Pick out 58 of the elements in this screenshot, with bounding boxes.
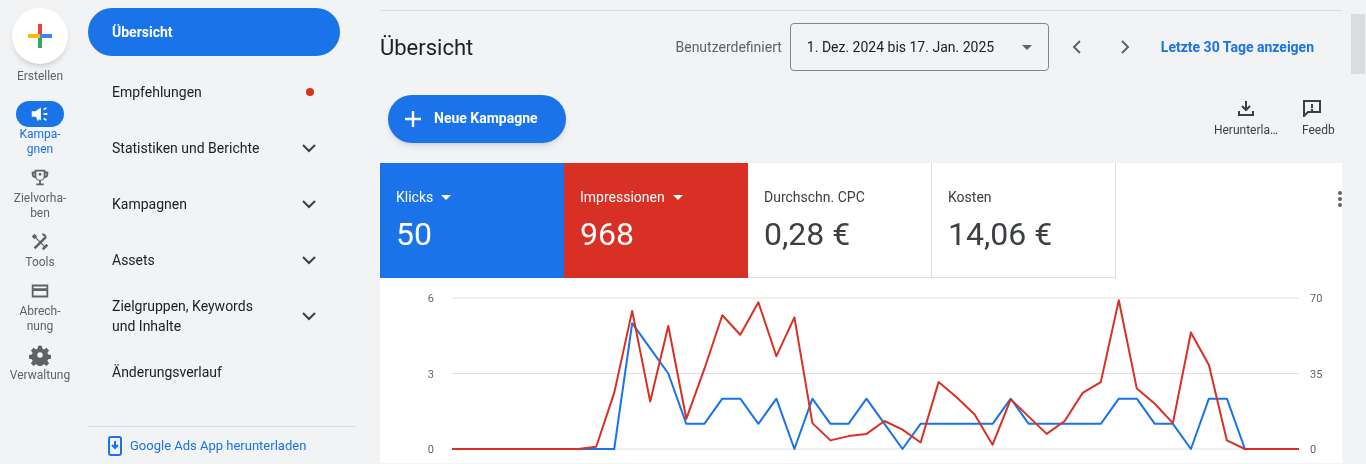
nav-item[interactable]: Zielgruppen, Keywords und Inhalte <box>88 288 340 344</box>
chevron-down-icon <box>302 199 316 209</box>
chevron-left-icon <box>1071 39 1082 55</box>
axis-label: 0 <box>427 443 434 456</box>
chevron-right-icon <box>1119 39 1130 55</box>
metric-label: Impressionen <box>580 188 665 207</box>
caret-icon <box>672 195 683 200</box>
axis-label: 3 <box>427 367 434 381</box>
rail-nav-label: Tools <box>25 255 55 270</box>
caret-icon <box>441 195 452 200</box>
rail-nav-label: Abrech- nung <box>19 304 61 334</box>
metric-label: Durchschn. CPC <box>764 188 865 207</box>
toolbar-button[interactable]: Herunterla… <box>1213 98 1278 139</box>
metric-value: 14,06 € <box>948 214 1054 254</box>
nav-item[interactable]: Übersicht <box>88 8 340 56</box>
nav-item[interactable]: Kampagnen <box>88 176 340 232</box>
chevron-down-icon <box>302 311 316 321</box>
date-range-dropdown[interactable]: 1. Dez. 2024 bis 17. Jan. 2025 <box>789 23 1049 71</box>
toolbar-button[interactable]: Feedb <box>1302 98 1342 139</box>
download-icon <box>1236 98 1255 117</box>
settings-icon <box>29 344 51 366</box>
rail-nav-button[interactable] <box>16 101 64 127</box>
plus-icon <box>404 109 422 128</box>
rail-nav-label: Kampa- gnen <box>19 127 61 157</box>
chevron-down-icon <box>302 143 316 153</box>
create-label: Erstellen <box>16 68 64 85</box>
metric-value: 0,28 € <box>764 214 852 254</box>
metric-value: 968 <box>580 214 635 254</box>
metric-label: Klicks <box>396 188 434 207</box>
metric-card[interactable]: Impressionen 968 <box>564 163 748 278</box>
metric-card[interactable]: Klicks 50 <box>380 163 564 278</box>
page-title: Übersicht <box>380 33 475 62</box>
metric-card[interactable]: Durchschn. CPC 0,28 € <box>748 163 932 278</box>
rail-nav-label: Verwaltung <box>9 368 71 383</box>
caret-icon <box>1021 44 1032 50</box>
feedback-icon <box>1302 98 1322 117</box>
axis-label: 70 <box>1310 292 1323 305</box>
axis-label: 6 <box>427 292 434 305</box>
app-download-link[interactable]: Google Ads App herunterladen <box>108 435 307 456</box>
new-campaign-button[interactable]: Neue Kampagne <box>388 94 566 143</box>
nav-item[interactable]: Änderungsverlauf <box>88 344 340 400</box>
more-options-icon[interactable] <box>1338 191 1342 207</box>
last-30-days-link[interactable]: Letzte 30 Tage anzeigen <box>1160 36 1314 58</box>
rail-nav-label: Zielvorha- ben <box>13 191 67 221</box>
nav-item[interactable]: Empfehlungen <box>88 64 340 120</box>
create-button[interactable] <box>12 8 68 64</box>
phone-download-icon <box>108 435 122 456</box>
axis-label: 0 <box>1310 443 1317 456</box>
range-label: Benutzerdefiniert <box>675 37 782 57</box>
chevron-down-icon <box>302 255 316 265</box>
metric-label: Kosten <box>948 188 992 207</box>
tools-icon <box>29 231 51 253</box>
nav-item[interactable]: Statistiken und Berichte <box>88 120 340 176</box>
metric-value: 50 <box>396 214 433 254</box>
axis-label: 35 <box>1310 367 1323 381</box>
nav-item[interactable]: Assets <box>88 232 340 288</box>
metric-card[interactable]: Kosten 14,06 € <box>932 163 1116 278</box>
plus-icon <box>27 23 53 49</box>
